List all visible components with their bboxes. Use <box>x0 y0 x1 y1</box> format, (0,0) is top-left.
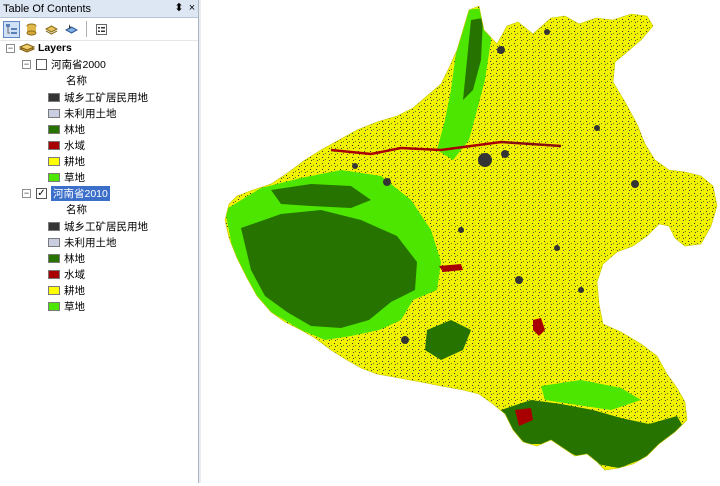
city-area <box>631 180 639 188</box>
province-land-cover <box>225 6 717 470</box>
legend-swatch <box>48 124 60 134</box>
layer-name[interactable]: 河南省2010 <box>51 185 110 201</box>
legend-item: 草地 <box>48 298 85 314</box>
legend-item: 林地 <box>48 250 85 266</box>
city-area <box>401 336 409 344</box>
legend-label: 水域 <box>64 139 85 152</box>
list-by-visibility-icon[interactable] <box>43 21 60 38</box>
toc-title-bar: Table Of Contents ⬍ × <box>0 0 198 18</box>
toc-toolbar <box>0 18 198 41</box>
legend-label: 耕地 <box>64 284 85 297</box>
legend-label: 城乡工矿居民用地 <box>64 220 148 233</box>
legend-label: 草地 <box>64 171 85 184</box>
city-area <box>515 276 523 284</box>
city-area <box>656 259 662 265</box>
city-area <box>578 287 584 293</box>
legend-label: 林地 <box>64 123 85 136</box>
city-area <box>478 153 492 167</box>
legend-item: 水域 <box>48 137 85 153</box>
options-icon[interactable] <box>93 21 110 38</box>
legend-swatch <box>48 221 60 231</box>
legend-item: 城乡工矿居民用地 <box>48 218 148 234</box>
table-of-contents-panel: Table Of Contents ⬍ × − Layers − 河南省2000… <box>0 0 199 483</box>
collapse-icon[interactable]: − <box>22 188 31 198</box>
legend-swatch <box>48 253 60 263</box>
land-use-map[interactable] <box>201 0 720 483</box>
legend-label: 水域 <box>64 268 85 281</box>
legend-swatch <box>48 172 60 182</box>
toolbar-separator <box>86 21 87 37</box>
legend-label: 未利用土地 <box>64 236 117 249</box>
city-area <box>458 227 464 233</box>
legend-label: 耕地 <box>64 155 85 168</box>
field-label: 名称 <box>66 74 87 87</box>
city-area <box>352 163 358 169</box>
layers-root[interactable]: − Layers <box>6 40 72 56</box>
collapse-icon[interactable]: − <box>22 59 31 69</box>
list-by-selection-icon[interactable] <box>63 21 80 38</box>
legend-item: 草地 <box>48 169 85 185</box>
legend-swatch <box>48 156 60 166</box>
legend-label: 林地 <box>64 252 85 265</box>
legend-swatch <box>48 285 60 295</box>
city-area <box>544 29 550 35</box>
city-area <box>554 245 560 251</box>
city-area <box>594 125 600 131</box>
city-area <box>497 46 505 54</box>
legend-swatch <box>48 92 60 102</box>
layer-row-2000[interactable]: − 河南省2000 <box>22 56 106 72</box>
reservoir <box>323 352 337 384</box>
pin-icon[interactable]: ⬍ <box>173 1 185 15</box>
collapse-icon[interactable]: − <box>6 43 15 53</box>
legend-swatch <box>48 237 60 247</box>
legend-label: 未利用土地 <box>64 107 117 120</box>
list-by-source-icon[interactable] <box>23 21 40 38</box>
layer-visibility-checkbox[interactable] <box>36 58 47 70</box>
field-label: 名称 <box>66 203 87 216</box>
toc-title: Table Of Contents <box>3 2 92 15</box>
legend-item: 未利用土地 <box>48 234 117 250</box>
layers-icon <box>19 42 35 53</box>
legend-swatch <box>48 108 60 118</box>
layer-visibility-checkbox[interactable]: ✓ <box>36 187 47 199</box>
close-icon[interactable]: × <box>186 1 198 15</box>
legend-swatch <box>48 301 60 311</box>
legend-label: 城乡工矿居民用地 <box>64 91 148 104</box>
city-area <box>501 150 509 158</box>
map-view[interactable] <box>201 0 720 483</box>
legend-item: 城乡工矿居民用地 <box>48 89 148 105</box>
legend-swatch <box>48 140 60 150</box>
layer-name[interactable]: 河南省2000 <box>51 57 106 72</box>
legend-item: 林地 <box>48 121 85 137</box>
legend-item: 耕地 <box>48 153 85 169</box>
legend-item: 耕地 <box>48 282 85 298</box>
layers-root-label: Layers <box>38 42 72 54</box>
city-area <box>383 178 391 186</box>
legend-item: 未利用土地 <box>48 105 117 121</box>
legend-swatch <box>48 269 60 279</box>
list-by-drawing-order-icon[interactable] <box>3 20 20 38</box>
legend-item: 水域 <box>48 266 85 282</box>
legend-label: 草地 <box>64 300 85 313</box>
layer-row-2010[interactable]: − ✓ 河南省2010 <box>22 185 110 201</box>
